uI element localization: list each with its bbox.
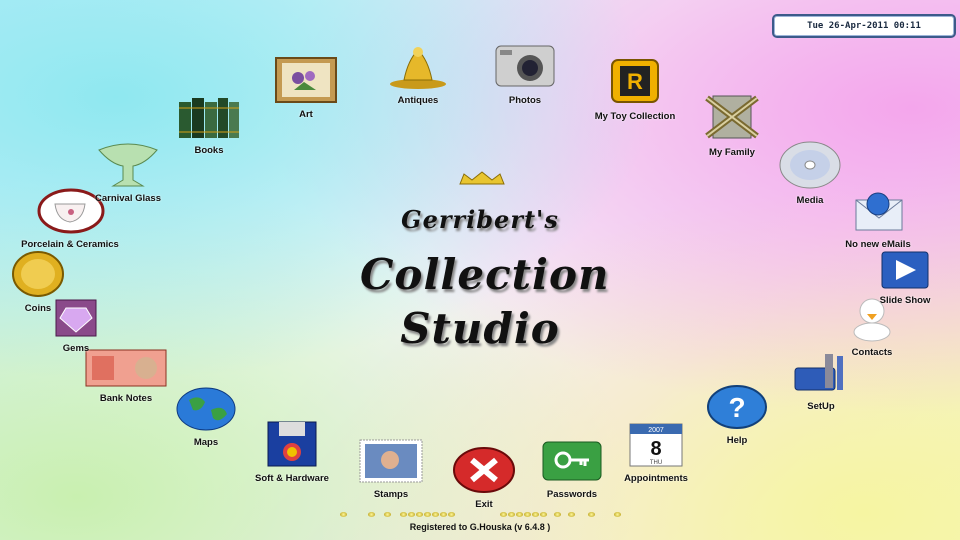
play-icon bbox=[881, 251, 929, 289]
toy-r-icon: R bbox=[611, 59, 659, 103]
stamp-icon bbox=[359, 439, 423, 483]
help-button[interactable]: ? Help bbox=[706, 384, 768, 446]
maps-button[interactable]: Maps bbox=[174, 386, 238, 448]
passwords-button[interactable]: Passwords bbox=[540, 438, 604, 500]
books-icon bbox=[179, 98, 239, 138]
envelope-icon bbox=[855, 192, 903, 231]
contacts-button[interactable]: Contacts bbox=[842, 296, 902, 358]
tools-icon bbox=[794, 354, 843, 391]
svg-text:?: ? bbox=[728, 392, 745, 423]
question-mark-icon: ? bbox=[707, 385, 767, 429]
registration-footer: Registered to G.Houska (v 6.4.8 ) bbox=[409, 522, 551, 532]
date-time-display: Tue 26-Apr-2011 00:11 bbox=[772, 14, 956, 38]
floppy-disk-icon bbox=[267, 421, 317, 467]
key-icon bbox=[542, 441, 602, 481]
decorative-dots bbox=[336, 510, 636, 520]
coins-button[interactable]: Coins bbox=[10, 250, 66, 314]
carnival-glass-button[interactable]: Carnival Glass bbox=[88, 140, 168, 204]
crossed-swords-icon bbox=[705, 95, 759, 139]
my-family-button[interactable]: My Family bbox=[700, 92, 764, 158]
antiques-button[interactable]: Antiques bbox=[384, 40, 452, 106]
glass-bowl-icon bbox=[98, 143, 158, 187]
appointments-button[interactable]: 2007 8 THU Appointments bbox=[620, 422, 692, 484]
crown-icon bbox=[459, 171, 505, 185]
camera-icon bbox=[495, 45, 555, 87]
svg-text:R: R bbox=[627, 69, 643, 94]
banknote-icon bbox=[85, 349, 167, 387]
svg-text:2007: 2007 bbox=[648, 427, 664, 434]
software-hardware-button[interactable]: Soft & Hardware bbox=[250, 420, 334, 484]
globe-icon bbox=[176, 387, 236, 431]
svg-text:8: 8 bbox=[650, 438, 661, 460]
coin-icon bbox=[12, 251, 64, 297]
close-x-icon bbox=[453, 447, 515, 493]
books-button[interactable]: Books bbox=[174, 94, 244, 156]
stamps-button[interactable]: Stamps bbox=[358, 438, 424, 500]
art-icon bbox=[275, 57, 337, 103]
exit-button[interactable]: Exit bbox=[452, 446, 516, 510]
emails-button[interactable]: No new eMails bbox=[840, 190, 916, 250]
bank-notes-button[interactable]: Bank Notes bbox=[84, 348, 168, 404]
photos-button[interactable]: Photos bbox=[490, 40, 560, 106]
antiques-icon bbox=[390, 47, 446, 89]
app-title-line1: Gerribert's bbox=[401, 205, 559, 234]
toy-collection-button[interactable]: R My Toy Collection bbox=[590, 58, 680, 122]
app-title-line2: Collection bbox=[360, 250, 610, 299]
app-title-line3: Studio bbox=[400, 304, 560, 353]
art-button[interactable]: Art bbox=[270, 56, 342, 120]
setup-button[interactable]: SetUp bbox=[788, 350, 854, 412]
media-button[interactable]: Media bbox=[778, 140, 842, 206]
svg-text:THU: THU bbox=[650, 460, 662, 466]
contacts-person-icon bbox=[853, 298, 891, 342]
calendar-icon: 2007 8 THU bbox=[629, 423, 683, 467]
cd-disc-icon bbox=[779, 141, 841, 189]
